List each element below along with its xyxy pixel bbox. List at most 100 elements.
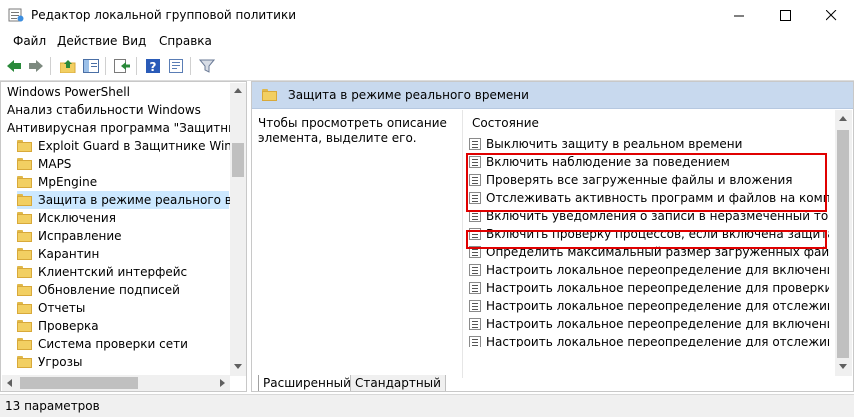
tree-item[interactable]: Анализ стабильности Windows bbox=[7, 101, 201, 119]
group-policy-editor-icon bbox=[8, 7, 24, 23]
title-bar: Редактор локальной групповой политики bbox=[0, 0, 854, 31]
properties-icon bbox=[169, 59, 183, 73]
tree-item[interactable]: Exploit Guard в Защитнике Window bbox=[17, 137, 246, 155]
scroll-right-icon bbox=[220, 379, 225, 387]
help-button[interactable]: ? bbox=[143, 56, 163, 76]
toolbar-separator bbox=[190, 57, 191, 75]
folder-icon bbox=[17, 194, 32, 206]
policy-row[interactable]: Выключить защиту в реальном времени bbox=[469, 135, 829, 153]
filter-button[interactable] bbox=[197, 56, 217, 76]
details-header-title: Защита в режиме реального времени bbox=[288, 88, 529, 102]
scroll-thumb[interactable] bbox=[232, 143, 244, 177]
policy-row[interactable]: Настроить локальное переопределение для … bbox=[469, 279, 829, 297]
details-pane: Защита в режиме реального времени Чтобы … bbox=[251, 81, 854, 392]
maximize-icon bbox=[779, 10, 791, 21]
tree-item[interactable]: MpEngine bbox=[17, 173, 229, 191]
menu-help[interactable]: Справка bbox=[159, 34, 212, 48]
toolbar-separator bbox=[136, 57, 137, 75]
menu-bar: Файл Действие Вид Справка bbox=[0, 31, 854, 51]
scroll-thumb[interactable] bbox=[837, 130, 849, 358]
policy-row[interactable]: Настроить локальное переопределение для … bbox=[469, 315, 829, 333]
tree-item[interactable]: Windows PowerShell bbox=[7, 83, 130, 101]
policy-setting-icon bbox=[469, 138, 481, 150]
tree-horizontal-scrollbar[interactable] bbox=[2, 375, 230, 391]
tree-item[interactable]: Карантин bbox=[17, 245, 229, 263]
tree-item[interactable]: Обновление подписей bbox=[17, 281, 229, 299]
scroll-up-icon bbox=[839, 116, 847, 121]
forward-button[interactable] bbox=[26, 56, 46, 76]
up-folder-button[interactable] bbox=[58, 56, 78, 76]
back-icon bbox=[7, 60, 21, 72]
tab-standard[interactable]: Стандартный bbox=[350, 375, 446, 391]
menu-view[interactable]: Вид bbox=[122, 34, 146, 48]
tab-extended[interactable]: Расширенный bbox=[258, 375, 356, 391]
folder-icon bbox=[17, 266, 32, 278]
show-hide-tree-button[interactable] bbox=[81, 56, 101, 76]
menu-file[interactable]: Файл bbox=[13, 34, 46, 48]
maximize-button[interactable] bbox=[762, 0, 808, 31]
back-button[interactable] bbox=[4, 56, 24, 76]
tree-item[interactable]: Антивирусная программа "Защитник bbox=[7, 119, 243, 137]
folder-icon bbox=[17, 302, 32, 314]
folder-icon bbox=[17, 284, 32, 296]
status-text: 13 параметров bbox=[5, 399, 100, 413]
close-button[interactable] bbox=[808, 0, 854, 31]
details-vertical-scrollbar[interactable] bbox=[835, 110, 852, 376]
tree-item[interactable]: Система проверки сети bbox=[17, 335, 229, 353]
properties-button[interactable] bbox=[166, 56, 186, 76]
highlight-box bbox=[466, 230, 827, 249]
filter-icon bbox=[199, 59, 215, 73]
policy-setting-icon bbox=[469, 300, 481, 312]
toolbar-separator bbox=[50, 57, 51, 75]
folder-icon bbox=[17, 320, 32, 332]
export-list-button[interactable] bbox=[112, 56, 132, 76]
policy-setting-icon bbox=[469, 282, 481, 294]
svg-text:?: ? bbox=[150, 60, 157, 74]
close-icon bbox=[825, 10, 836, 21]
tree-item[interactable]: Угрозы bbox=[17, 353, 229, 371]
tree-item[interactable]: MAPS bbox=[17, 155, 229, 173]
column-header-state[interactable]: Состояние bbox=[472, 116, 539, 130]
export-list-icon bbox=[114, 59, 130, 73]
scroll-down-icon bbox=[839, 364, 847, 369]
forward-icon bbox=[29, 60, 43, 72]
up-folder-icon bbox=[60, 60, 76, 73]
tree-item[interactable]: Исправление bbox=[17, 227, 229, 245]
status-bar: 13 параметров bbox=[0, 394, 854, 417]
column-divider bbox=[462, 110, 463, 378]
policy-row[interactable]: Настроить локальное переопределение для … bbox=[469, 297, 829, 315]
folder-icon bbox=[17, 356, 32, 368]
tree-item[interactable]: Исключения bbox=[17, 209, 229, 227]
folder-icon bbox=[17, 230, 32, 242]
policy-setting-icon bbox=[469, 318, 481, 330]
help-icon: ? bbox=[146, 59, 160, 74]
description-text: Чтобы просмотреть описание элемента, выд… bbox=[258, 116, 447, 145]
policy-row[interactable]: Настроить локальное переопределение для … bbox=[469, 333, 829, 347]
policy-setting-icon bbox=[469, 264, 481, 276]
scroll-left-icon bbox=[7, 379, 12, 387]
folder-icon bbox=[17, 212, 32, 224]
tree-item-selected[interactable]: Защита в режиме реального врем bbox=[17, 191, 246, 209]
highlight-box bbox=[466, 153, 827, 212]
tree-item[interactable]: Проверка bbox=[17, 317, 229, 335]
folder-icon bbox=[17, 140, 32, 152]
minimize-button[interactable] bbox=[716, 0, 762, 31]
folder-icon bbox=[17, 248, 32, 260]
scroll-down-icon bbox=[234, 364, 242, 369]
window-title: Редактор локальной групповой политики bbox=[31, 8, 297, 22]
folder-icon bbox=[17, 176, 32, 188]
details-header: Защита в режиме реального времени bbox=[252, 82, 853, 109]
policy-row[interactable]: Настроить локальное переопределение для … bbox=[469, 261, 829, 279]
policy-setting-icon bbox=[469, 336, 481, 347]
tree-pane: Windows PowerShell Анализ стабильности W… bbox=[0, 81, 247, 392]
minimize-icon bbox=[733, 15, 744, 17]
folder-icon bbox=[17, 158, 32, 170]
menu-action[interactable]: Действие bbox=[57, 34, 117, 48]
scroll-up-icon bbox=[234, 88, 242, 93]
folder-icon bbox=[17, 338, 32, 350]
folder-icon bbox=[262, 89, 277, 101]
tree-item[interactable]: Клиентский интерфейс bbox=[17, 263, 229, 281]
tree-vertical-scrollbar[interactable] bbox=[230, 83, 246, 376]
tree-item[interactable]: Отчеты bbox=[17, 299, 229, 317]
scroll-thumb[interactable] bbox=[20, 377, 138, 389]
